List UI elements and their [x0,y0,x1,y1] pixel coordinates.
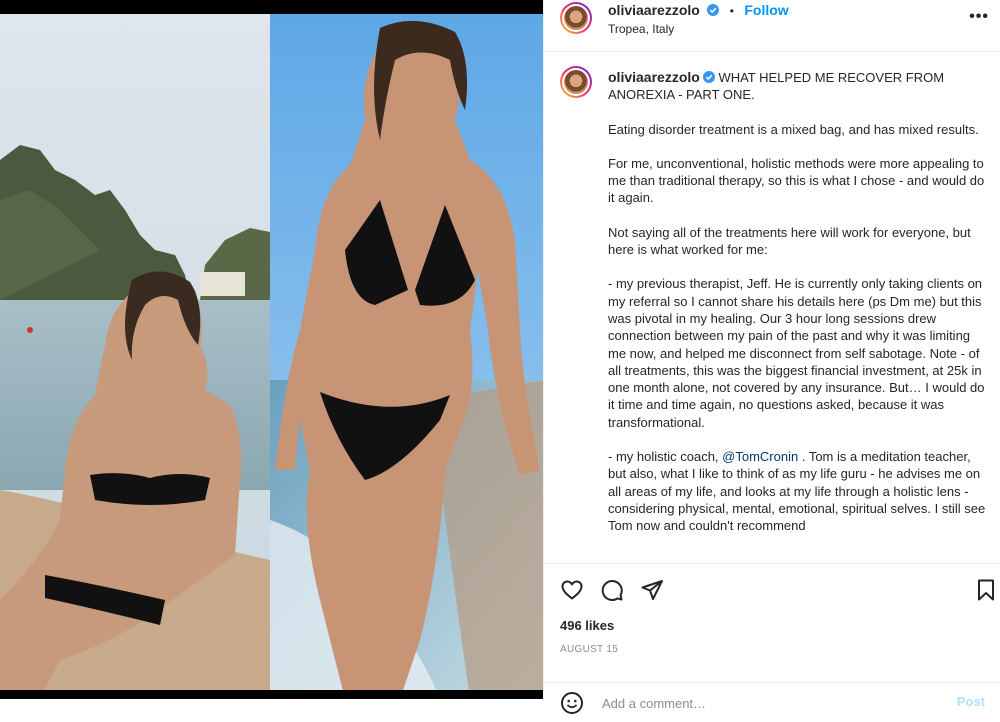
verified-badge-icon [707,4,720,16]
follow-button[interactable]: Follow [744,2,788,18]
post-media[interactable] [0,0,543,699]
bookmark-icon[interactable] [974,578,998,602]
caption-paragraph: - my previous therapist, Jeff. He is cur… [608,276,985,430]
likes-count[interactable]: 496 likes [560,618,614,633]
mention-link[interactable]: @TomCronin [722,449,798,464]
post-panel: oliviaarezzolo • Follow Tropea, Italy ••… [543,0,1000,715]
heart-icon[interactable] [560,578,584,602]
share-icon[interactable] [640,578,664,602]
emoji-icon[interactable] [560,691,584,715]
more-options-icon[interactable]: ••• [969,8,989,26]
caption-paragraph: Not saying all of the treatments here wi… [608,224,971,258]
caption-paragraph: For me, unconventional, holistic methods… [608,155,985,206]
post-header: oliviaarezzolo • Follow Tropea, Italy ••… [544,0,1000,52]
caption-paragraph: - my holistic coach, @TomCronin . Tom is… [608,448,988,534]
comment-input[interactable] [600,691,924,715]
caption-paragraph: Eating disorder treatment is a mixed bag… [608,121,979,137]
comment-icon[interactable] [600,578,624,602]
location-link[interactable]: Tropea, Italy [608,22,674,36]
caption-username-link[interactable]: oliviaarezzolo [608,69,700,85]
avatar[interactable] [560,2,592,34]
caption-scroll[interactable]: oliviaarezzolo WHAT HELPED ME RECOVER FR… [544,52,1000,562]
post-date: AUGUST 15 [560,644,619,655]
separator-dot: • [729,4,734,18]
post-actions: 496 likes AUGUST 15 Post [544,563,1000,715]
caption-title-line: oliviaarezzolo WHAT HELPED ME RECOVER FR… [608,69,988,104]
username-link[interactable]: oliviaarezzolo [608,2,700,18]
post-comment-button[interactable]: Post [957,694,985,709]
caption: oliviaarezzolo WHAT HELPED ME RECOVER FR… [608,69,988,552]
post-photo [0,0,543,699]
caption-text: - my holistic coach, [608,449,723,465]
verified-badge-icon [702,71,715,83]
comment-bar: Post [544,682,1000,722]
caption-avatar[interactable] [560,66,592,98]
